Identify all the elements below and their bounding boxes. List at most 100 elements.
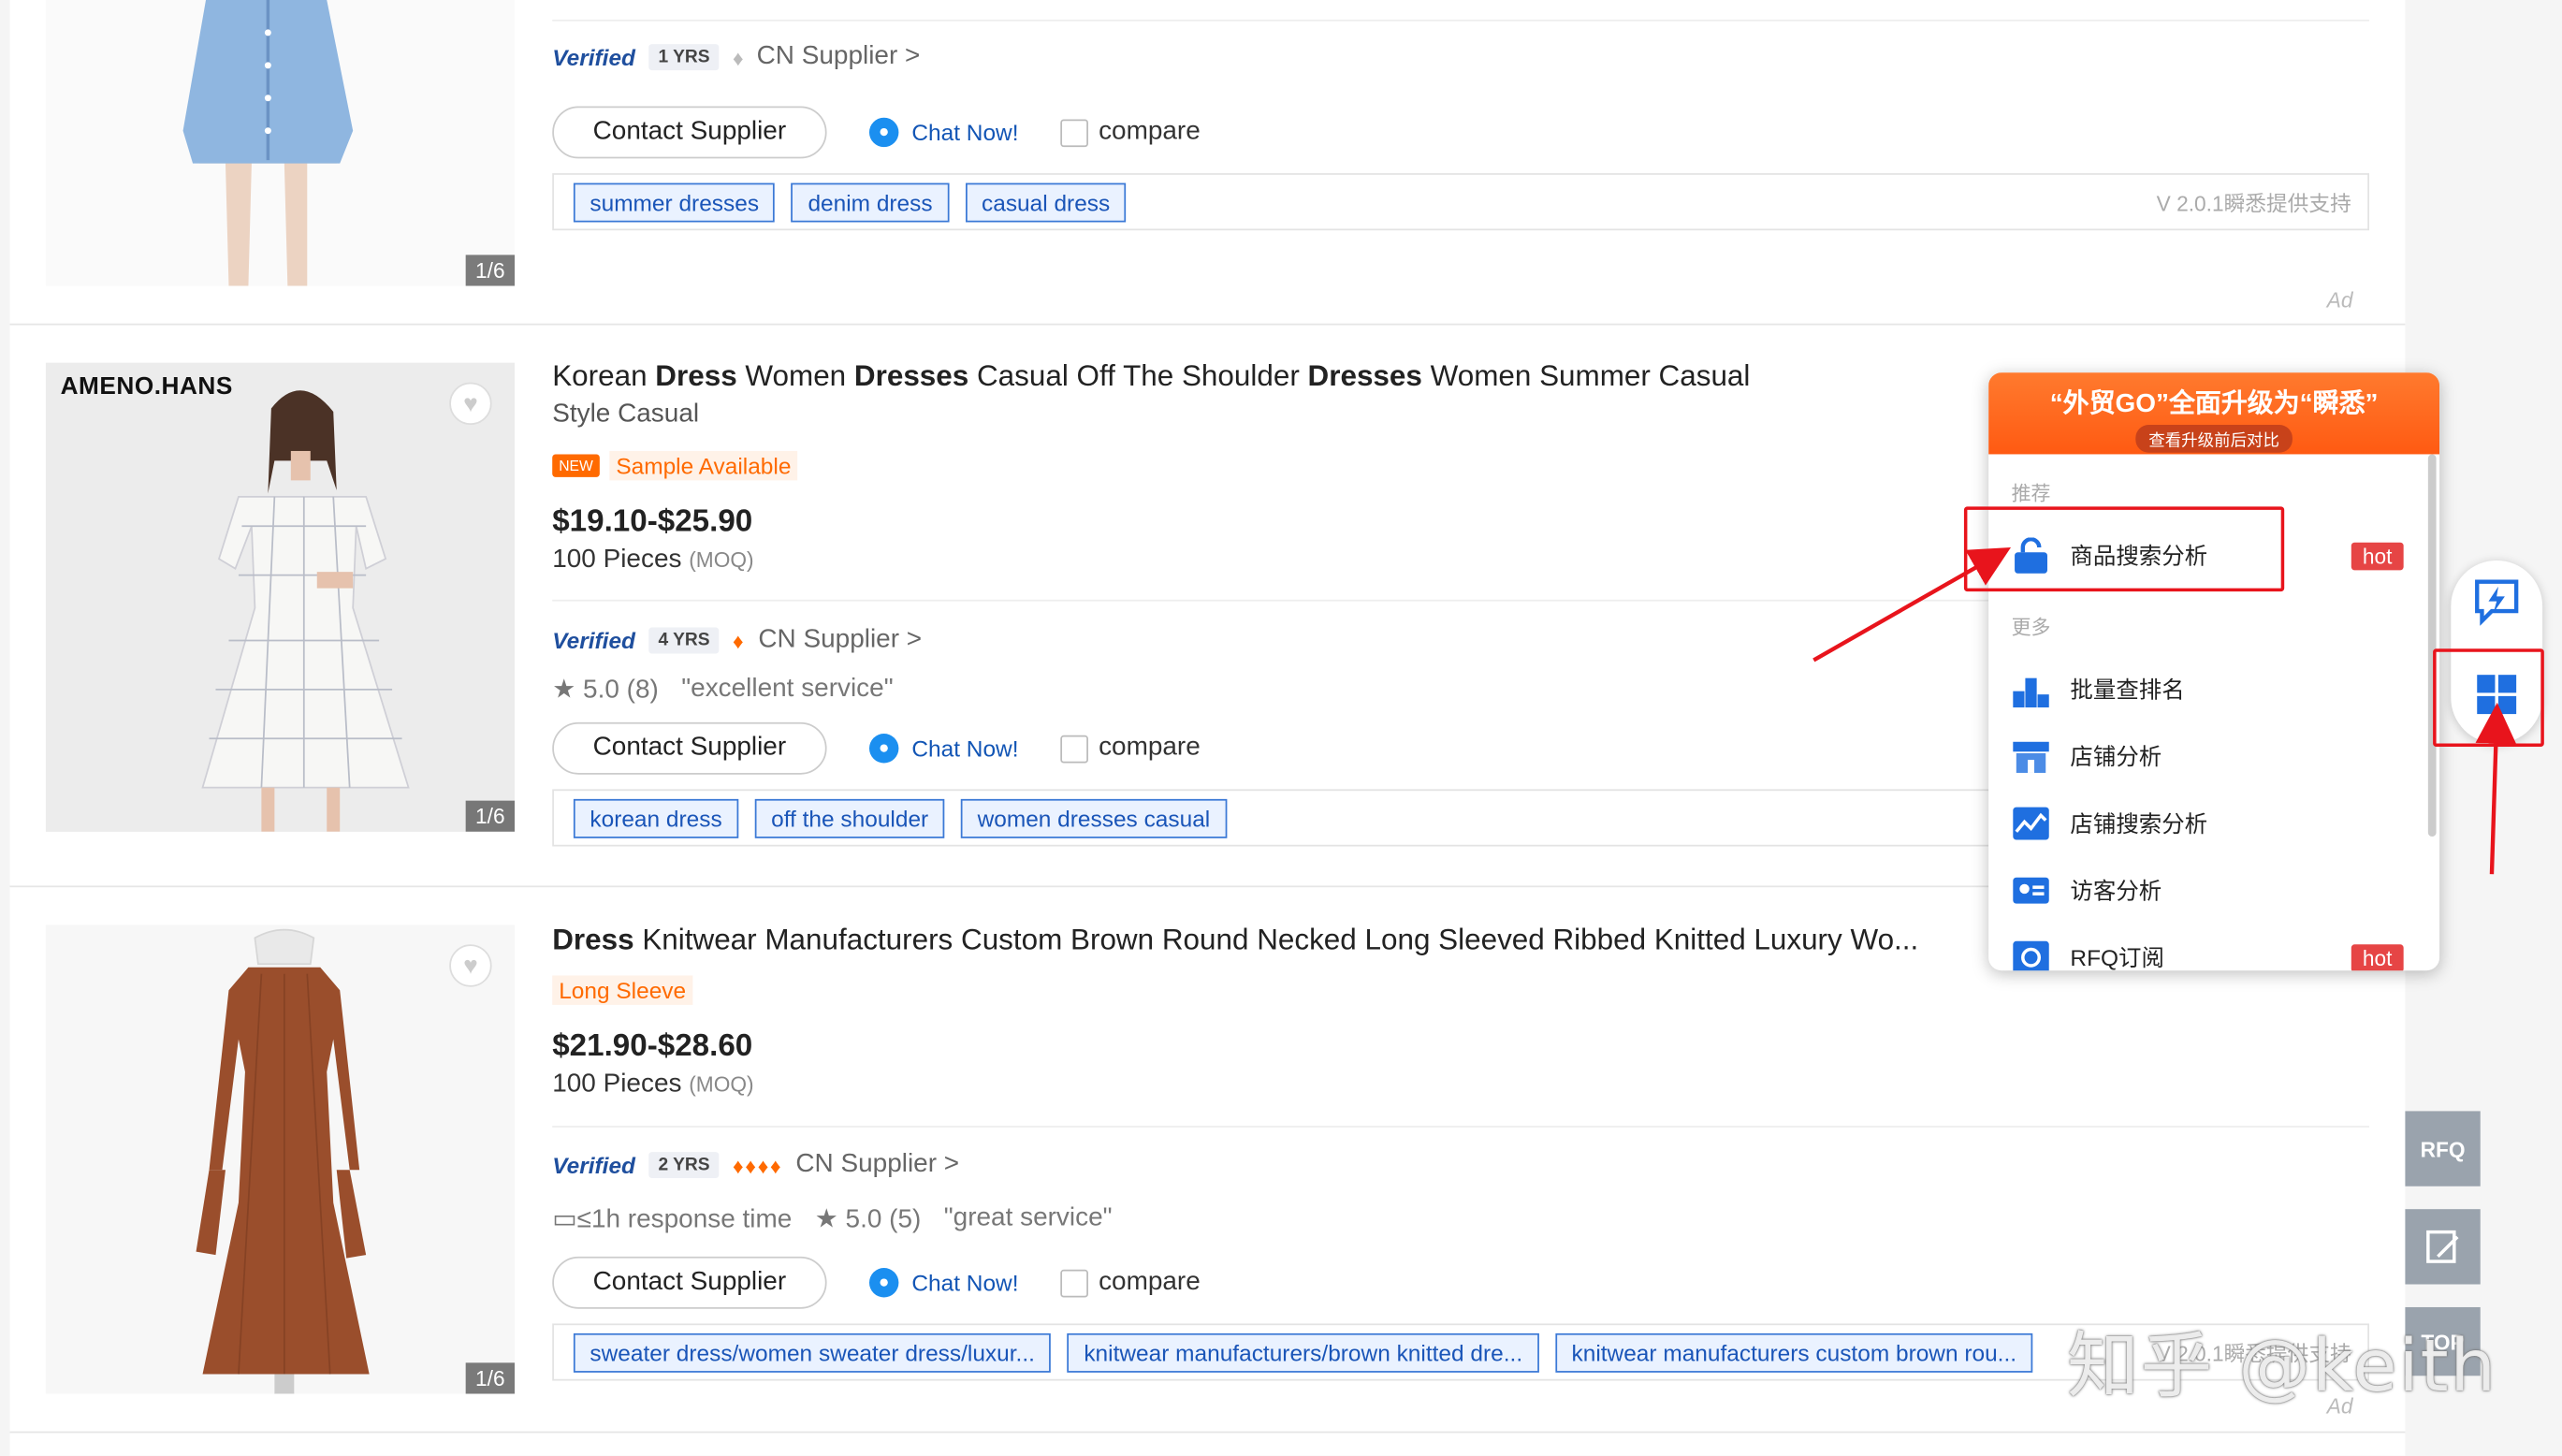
chat-now-link[interactable]: ● Chat Now! (868, 1268, 1019, 1298)
price: $19.10-$25.90 (552, 504, 753, 540)
flash-chat-icon[interactable] (2472, 576, 2521, 626)
title-part: Casual Off The Shoulder (968, 359, 1308, 393)
divider (552, 1126, 2369, 1128)
upgrade-banner[interactable]: “外贸GO”全面升级为“瞬悉” 查看升级前后对比 (1988, 372, 2440, 455)
menu-item-label: 访客分析 (2070, 877, 2162, 904)
compare-label: compare (1099, 734, 1201, 762)
moq: 100 Pieces (MOQ) (552, 1070, 753, 1099)
keyword-tag[interactable]: knitwear manufacturers custom brown rou.… (1555, 1332, 2033, 1372)
rating-value: 5.0 (5) (845, 1205, 922, 1234)
compare-upgrade-button[interactable]: 查看升级前后对比 (2135, 425, 2293, 453)
compare-label: compare (1099, 117, 1201, 146)
menu-item-label: RFQ订阅 (2070, 944, 2164, 971)
menu-item-visitor-analysis[interactable]: 访客分析 (2012, 872, 2162, 908)
keyword-tag[interactable]: summer dresses (573, 182, 776, 222)
chat-label: Chat Now! (911, 119, 1019, 146)
contact-supplier-button[interactable]: Contact Supplier (552, 106, 827, 159)
chat-label: Chat Now! (911, 735, 1019, 762)
diamond-icon: ♦♦♦♦ (733, 1152, 783, 1178)
product-title[interactable]: Dress Knitwear Manufacturers Custom Brow… (552, 922, 1941, 959)
moq-label: (MOQ) (689, 1071, 754, 1097)
verified-badge: Verified (552, 1152, 635, 1179)
hot-badge: hot (2351, 542, 2404, 571)
supplier-type-link[interactable]: CN Supplier > (795, 1150, 959, 1179)
title-part: Knitwear Manufacturers Custom Brown Roun… (633, 923, 1919, 956)
menu-item-store-search-analysis[interactable]: 店铺搜索分析 (2012, 806, 2207, 841)
title-part: Dresses (853, 359, 969, 393)
rfq-label: RFQ (2420, 1136, 2466, 1161)
image-counter: 1/6 (465, 255, 516, 286)
tag-line: Long Sleeve (552, 975, 693, 1005)
chat-now-link[interactable]: ● Chat Now! (868, 734, 1019, 764)
knit-dress-illustration (45, 925, 516, 1394)
checked-dress-illustration (45, 362, 516, 832)
product-image[interactable]: AMENO.HANS ♥ 1/6 (45, 362, 516, 832)
supplier-type-link[interactable]: CN Supplier > (758, 626, 922, 655)
keyword-tag[interactable]: denim dress (791, 182, 950, 222)
product-subtitle: Style Casual (552, 400, 700, 429)
chat-icon: ● (868, 117, 899, 148)
product-card-1: 1/6 Verified 1 YRS ♦ CN Supplier > Conta… (9, 0, 2406, 326)
rfq-icon (2013, 940, 2049, 971)
keyword-tag[interactable]: casual dress (965, 182, 1127, 222)
contact-supplier-button[interactable]: Contact Supplier (552, 721, 827, 775)
menu-item-rfq-subscription[interactable]: RFQ订阅 (2012, 939, 2164, 971)
compare-checkbox[interactable] (1060, 1268, 1089, 1297)
plugin-popup-menu: “外贸GO”全面升级为“瞬悉” 查看升级前后对比 推荐 商品搜索分析 hot 更… (1988, 372, 2440, 971)
moq: 100 Pieces (MOQ) (552, 546, 753, 575)
title-part: Dress (552, 923, 634, 956)
zhihu-watermark: 知乎 @keith (2066, 1325, 2497, 1409)
popup-scrollbar[interactable] (2427, 454, 2437, 837)
feedback-side-button[interactable] (2405, 1209, 2481, 1285)
supplier-type-link[interactable]: CN Supplier > (757, 42, 921, 71)
annotation-highlight-grid (2433, 648, 2544, 748)
ranking-icon (2013, 677, 2049, 708)
menu-item-label: 批量查排名 (2070, 676, 2185, 703)
title-part: Korean (552, 359, 656, 393)
keyword-tag[interactable]: off the shoulder (754, 798, 945, 837)
response-value: ≤1h response time (576, 1205, 793, 1234)
compare-toggle[interactable]: compare (1060, 1268, 1201, 1297)
brand-logo: AMENO.HANS (60, 372, 233, 400)
sample-available-tag: Sample Available (609, 450, 798, 481)
compare-checkbox[interactable] (1060, 734, 1089, 763)
contact-supplier-button[interactable]: Contact Supplier (552, 1256, 827, 1309)
rating: ★ 5.0 (5) (815, 1202, 922, 1235)
chat-icon: ● (868, 1268, 899, 1298)
keyword-tag[interactable]: sweater dress/women sweater dress/luxur.… (573, 1332, 1052, 1372)
response-time: ▭≤1h response time (552, 1202, 792, 1235)
title-part: Dresses (1307, 359, 1422, 393)
chat-now-link[interactable]: ● Chat Now! (868, 117, 1019, 148)
compare-checkbox[interactable] (1060, 118, 1089, 147)
annotation-highlight-menu (1963, 506, 2285, 592)
years-badge: 1 YRS (648, 44, 721, 71)
menu-item-batch-ranking[interactable]: 批量查排名 (2012, 672, 2185, 708)
image-counter: 1/6 (465, 800, 516, 832)
review-snippet: "excellent service" (681, 675, 894, 703)
store-icon (2013, 741, 2049, 773)
product-image[interactable]: 1/6 (45, 0, 516, 286)
new-badge: NEW (552, 454, 600, 477)
product-image[interactable]: ♥ 1/6 (45, 925, 516, 1394)
menu-item-store-analysis[interactable]: 店铺分析 (2012, 738, 2162, 774)
keyword-tag[interactable]: women dresses casual (961, 798, 1227, 837)
star-icon: ★ (552, 676, 576, 705)
favorite-heart-icon[interactable]: ♥ (449, 382, 492, 426)
actions-row: Contact Supplier ● Chat Now! compare (552, 106, 1201, 159)
price: $21.90-$28.60 (552, 1029, 753, 1064)
favorite-heart-icon[interactable]: ♥ (449, 944, 492, 987)
keyword-tag[interactable]: knitwear manufacturers/brown knitted dre… (1067, 1332, 1539, 1372)
compare-toggle[interactable]: compare (1060, 117, 1201, 147)
rating-row: ★ 5.0 (8) "excellent service" (552, 673, 893, 706)
denim-dress-illustration (182, 0, 354, 286)
product-title[interactable]: Korean Dress Women Dresses Casual Off Th… (552, 357, 1761, 395)
store-search-icon (2013, 807, 2049, 840)
verified-badge: Verified (552, 627, 635, 654)
rfq-side-button[interactable]: RFQ (2405, 1111, 2481, 1187)
keyword-tag[interactable]: korean dress (573, 798, 739, 837)
supplier-info: Verified 2 YRS ♦♦♦♦ CN Supplier > (552, 1150, 959, 1179)
verified-badge: Verified (552, 44, 635, 71)
edit-note-icon (2426, 1230, 2459, 1263)
compare-toggle[interactable]: compare (1060, 734, 1201, 763)
rating: ★ 5.0 (8) (552, 673, 659, 706)
